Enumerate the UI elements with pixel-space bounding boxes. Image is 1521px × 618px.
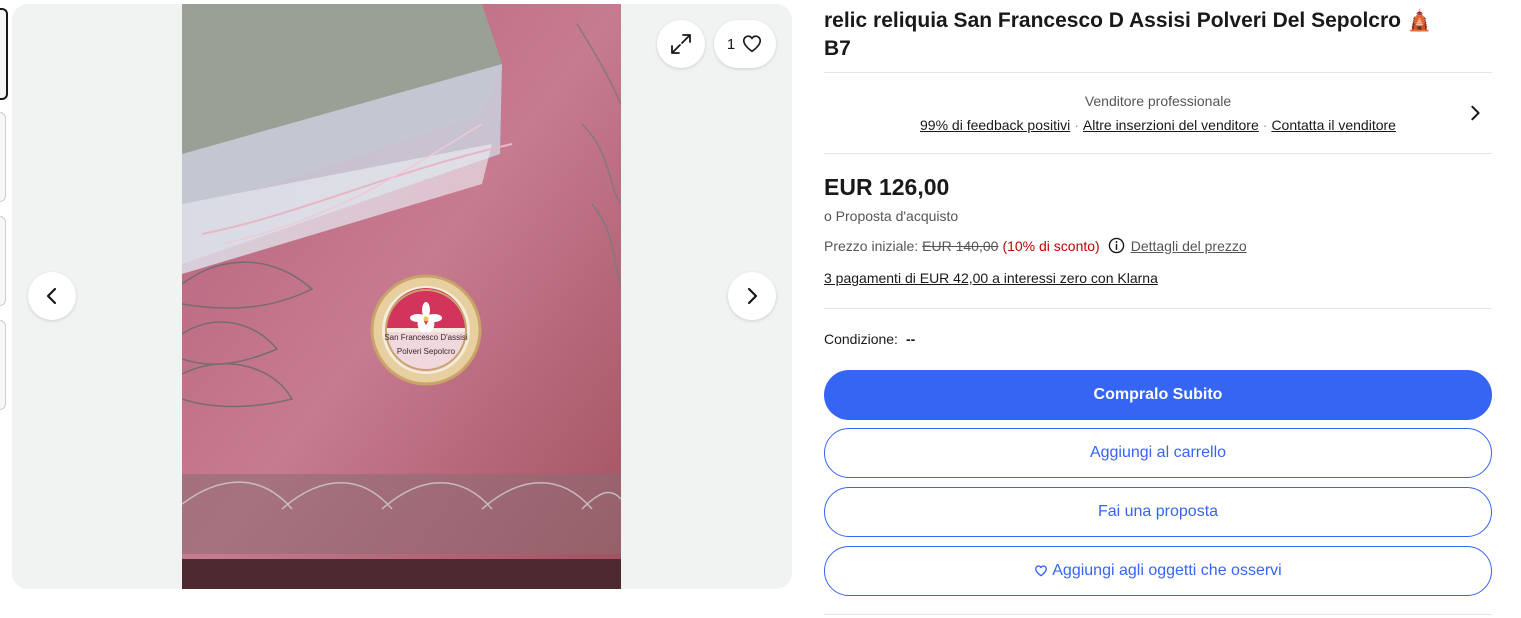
medallion-line-1: San Francesco D'assisi [384, 333, 468, 342]
thumbnail-1[interactable] [0, 8, 8, 100]
separator: · [1074, 117, 1079, 133]
product-photo[interactable]: San Francesco D'assisi Polveri Sepolcro [182, 4, 621, 589]
buy-now-label: Compralo Subito [1093, 386, 1223, 403]
seller-other-listings-link[interactable]: Altre inserzioni del venditore [1083, 117, 1259, 133]
watch-count: 1 [726, 35, 736, 53]
next-image-button[interactable] [728, 272, 776, 320]
seller-info[interactable]: Venditore professionale 99% di feedback … [824, 88, 1492, 140]
divider [824, 72, 1492, 73]
chevron-right-icon [747, 287, 758, 305]
seller-feedback-link[interactable]: 99% di feedback positivi [920, 117, 1070, 133]
chevron-left-icon [46, 287, 57, 305]
price-details-link[interactable]: Dettagli del prezzo [1131, 238, 1247, 254]
seller-links: 99% di feedback positivi · Altre inserzion… [824, 117, 1492, 133]
heart-icon [743, 35, 762, 53]
temple-emoji-icon: 🛕 [1406, 8, 1433, 32]
listing-title-text: relic reliquia San Francesco D Assisi Po… [824, 9, 1401, 32]
add-to-cart-label: Aggiungi al carrello [1089, 444, 1227, 461]
original-price-label: Prezzo iniziale: [824, 237, 919, 254]
thumbnail-4[interactable] [0, 320, 6, 410]
thumbnail-strip [0, 0, 8, 618]
thumbnail-2[interactable] [0, 112, 6, 202]
medallion-line-2: Polveri Sepolcro [397, 347, 456, 356]
contact-seller-link[interactable]: Contatta il venditore [1271, 117, 1396, 133]
current-price: EUR 126,00 [824, 174, 950, 200]
gallery-watch-button[interactable]: 1 [714, 20, 776, 68]
heart-icon [1035, 565, 1048, 577]
add-to-cart-button[interactable]: Aggiungi al carrello [824, 428, 1492, 478]
thumbnail-3[interactable] [0, 216, 6, 306]
condition-value: -- [905, 331, 916, 347]
chevron-right-icon[interactable] [1466, 104, 1484, 122]
listing-title: relic reliquia San Francesco D Assisi Po… [824, 6, 1492, 63]
original-price-line: Prezzo iniziale: EUR 140,00 (10% di scon… [824, 237, 1247, 254]
best-offer-text: o Proposta d'acquisto [824, 208, 959, 224]
expand-icon [671, 34, 691, 54]
condition-row: Condizione: -- [824, 331, 915, 347]
expand-image-button[interactable] [657, 20, 705, 68]
make-offer-label: Fai una proposta [1097, 503, 1219, 520]
listing-title-suffix: B7 [824, 37, 851, 60]
divider [824, 614, 1492, 615]
condition-label: Condizione: [824, 331, 898, 347]
buy-now-button[interactable]: Compralo Subito [824, 370, 1492, 420]
divider [824, 308, 1492, 309]
image-gallery: San Francesco D'assisi Polveri Sepolcro … [12, 4, 792, 589]
make-offer-button[interactable]: Fai una proposta [824, 487, 1492, 537]
seller-type: Venditore professionale [1084, 93, 1232, 109]
previous-image-button[interactable] [28, 272, 76, 320]
discount-badge: (10% di sconto) [1002, 237, 1100, 254]
info-icon[interactable] [1108, 237, 1125, 254]
add-to-watchlist-label: Aggiungi agli oggetti che osservi [1052, 562, 1282, 579]
separator: · [1262, 117, 1268, 133]
add-to-watchlist-button[interactable]: Aggiungi agli oggetti che osservi [824, 546, 1492, 596]
divider [824, 153, 1492, 154]
klarna-installments-link[interactable]: 3 pagamenti di EUR 42,00 a interessi zer… [824, 270, 1158, 286]
original-price: EUR 140,00 [922, 237, 999, 254]
